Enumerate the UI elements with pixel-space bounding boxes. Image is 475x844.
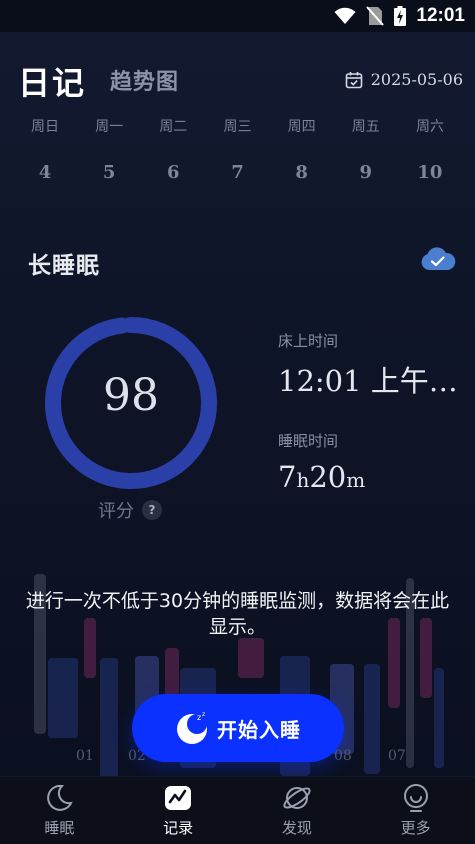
start-sleep-label: 开始入睡: [217, 717, 301, 742]
journal-screen: 日记 趋势图 2025-05-06 周日 周一 周二 周三 周四 周五 周六 4…: [0, 32, 475, 776]
nav-label: 睡眠: [44, 819, 75, 837]
nav-label: 发现: [281, 819, 312, 837]
weekday-header: 周日 周一 周二 周三 周四 周五 周六: [14, 116, 461, 136]
score-label: 评分: [98, 501, 134, 522]
sleep-score: 98: [103, 370, 159, 421]
in-bed-label: 床上时间: [278, 332, 339, 350]
day-cell[interactable]: 4: [14, 162, 76, 183]
nav-item-record[interactable]: 记录: [119, 777, 238, 844]
status-bar: 12:01: [0, 0, 475, 32]
weekday-label: 周三: [223, 119, 252, 135]
battery-charging-icon: [394, 6, 407, 26]
sleep-time-value: 7h20m: [278, 460, 365, 494]
status-time: 12:01: [416, 5, 465, 26]
nav-item-discover[interactable]: 发现: [238, 777, 357, 844]
sleep-hours-unit: h: [296, 468, 310, 492]
cloud-synced-icon[interactable]: [420, 246, 456, 272]
bottom-nav: 睡眠 记录 发现 更多: [0, 776, 475, 844]
day-cell[interactable]: 5: [78, 162, 140, 183]
day-cell[interactable]: 6: [142, 162, 204, 183]
weekday-label: 周六: [415, 119, 444, 135]
weekday-label: 周二: [159, 119, 188, 135]
week-day-selector: 4 5 6 7 8 9 10: [14, 162, 461, 183]
wifi-icon: [334, 7, 356, 24]
record-chart-icon: [165, 786, 192, 810]
day-cell[interactable]: 9: [335, 162, 397, 183]
nav-item-more[interactable]: 更多: [356, 777, 475, 844]
nav-label: 记录: [163, 819, 194, 837]
weekday-label: 周日: [31, 119, 59, 135]
sleeping-moon-icon: z z: [177, 711, 207, 744]
empty-state-message: 进行一次不低于30分钟的睡眠监测，数据将会在此显示。: [25, 590, 450, 638]
page-title: 日记: [18, 64, 87, 102]
status-icons: 12:01: [334, 5, 465, 27]
weekday-label: 周一: [95, 119, 124, 135]
in-bed-value: 12:01 上午…: [278, 364, 458, 398]
selected-date: 2025-05-06: [370, 70, 463, 89]
sleep-minutes: 20: [309, 460, 347, 494]
planet-icon: [283, 787, 311, 809]
bulb-icon: [403, 784, 428, 812]
day-cell[interactable]: 10: [399, 162, 461, 183]
svg-text:z: z: [202, 711, 205, 718]
placeholder-bar: [238, 638, 264, 678]
weekday-label: 周五: [351, 119, 380, 135]
date-picker[interactable]: 2025-05-06: [345, 70, 463, 89]
day-cell[interactable]: 7: [206, 162, 268, 183]
no-sim-icon: [366, 6, 385, 26]
x-axis-label: 08: [334, 748, 352, 764]
x-axis-label: 01: [76, 748, 94, 764]
nav-item-sleep[interactable]: 睡眠: [0, 777, 119, 844]
calendar-check-icon: [345, 71, 363, 88]
score-label-row: 评分 ?: [98, 497, 162, 523]
sleep-minutes-unit: m: [346, 468, 366, 492]
sleep-time-label: 睡眠时间: [278, 432, 339, 450]
sleep-hours: 7: [278, 460, 297, 494]
day-cell[interactable]: 8: [271, 162, 333, 183]
placeholder-bar: [48, 658, 78, 738]
section-title: 长睡眠: [28, 253, 100, 279]
tab-trend[interactable]: 趋势图: [110, 64, 179, 96]
weekday-label: 周四: [287, 119, 316, 135]
svg-text:z: z: [197, 713, 201, 722]
moon-icon: [47, 784, 74, 811]
start-sleep-button[interactable]: z z 开始入睡: [132, 694, 344, 762]
nav-label: 更多: [400, 819, 431, 837]
x-axis-label: 07: [388, 748, 406, 764]
help-icon[interactable]: ?: [142, 500, 162, 520]
